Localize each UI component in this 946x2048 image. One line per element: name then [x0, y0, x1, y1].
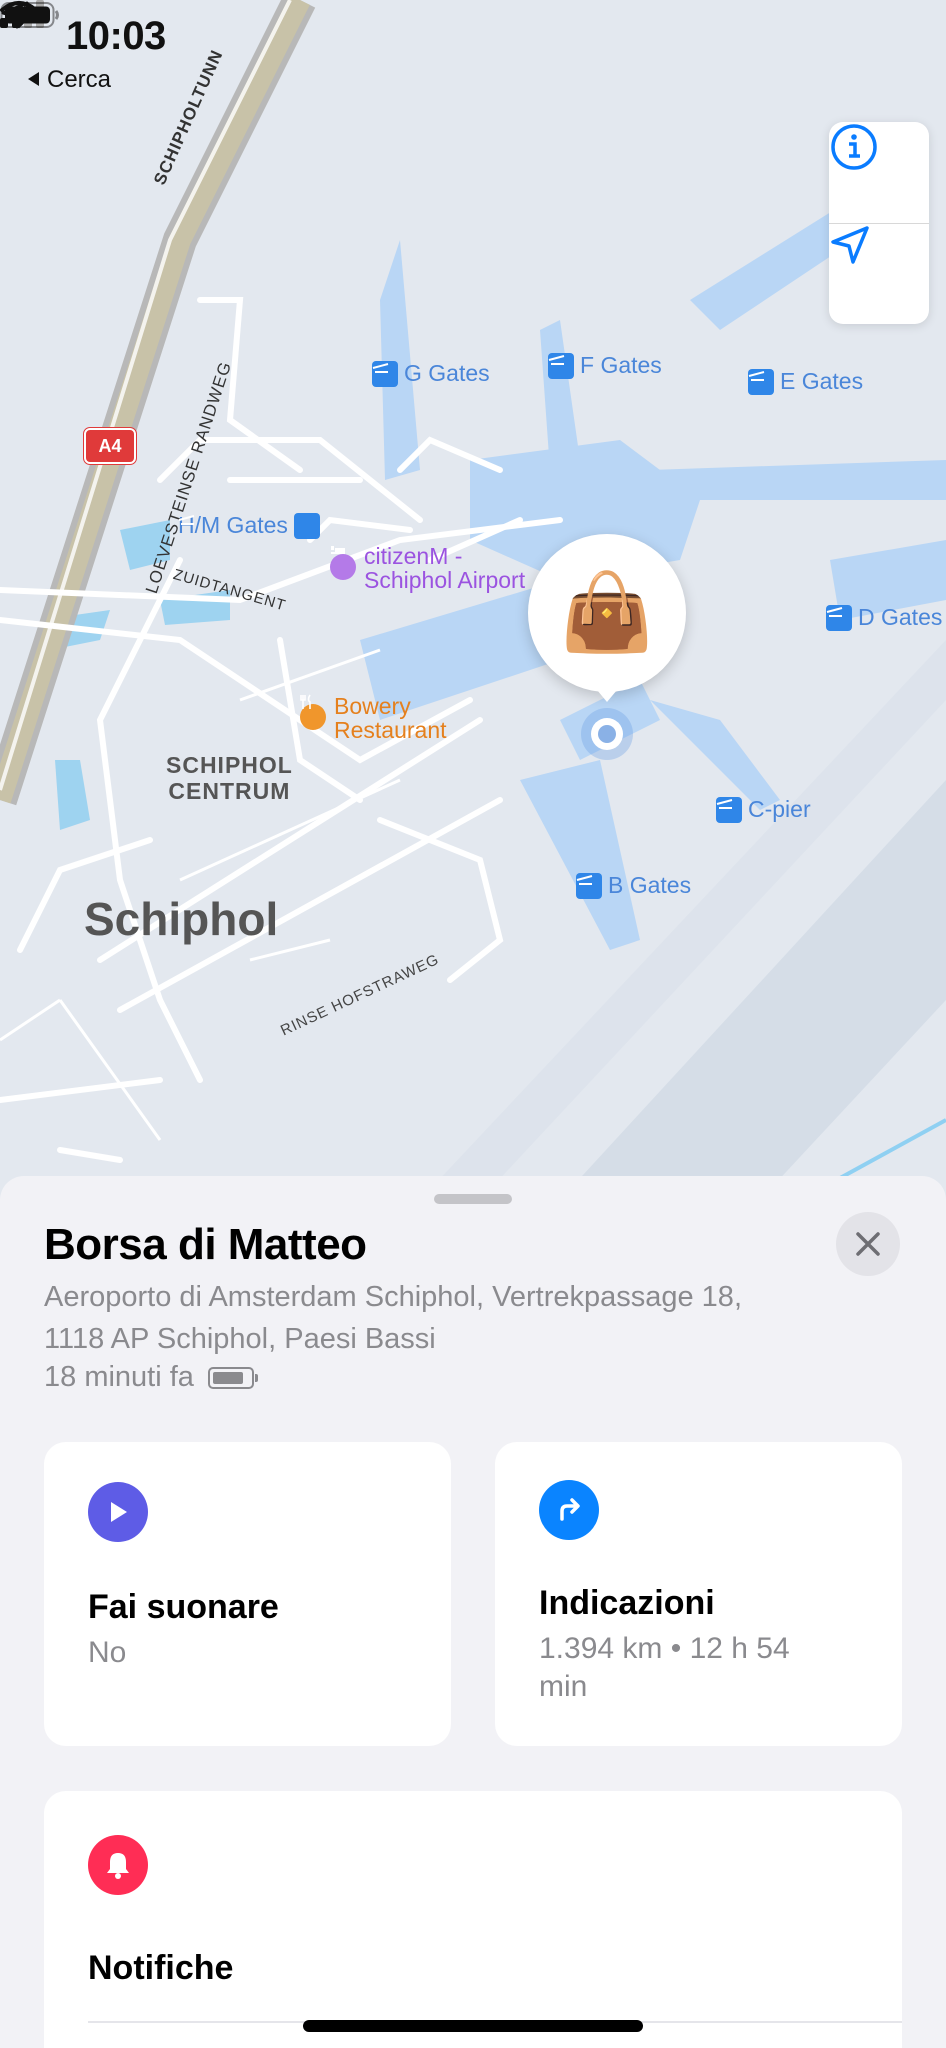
item-location-pin[interactable]: 👜 — [528, 534, 686, 692]
map-label-d-gates[interactable]: D Gates — [826, 604, 942, 631]
notifications-card[interactable]: Notifiche — [44, 1791, 902, 2048]
battery-icon — [0, 2, 59, 28]
map-view[interactable]: A4 SCHIPHOLTUNN LOEVESTEINSE RANDWEG ZUI… — [0, 0, 946, 1200]
notifications-title: Notifiche — [88, 1949, 234, 1987]
item-detail-sheet: Borsa di Matteo Aeroporto di Amsterdam S… — [0, 1176, 946, 2048]
item-battery-icon — [207, 1366, 258, 1389]
info-button[interactable] — [829, 122, 929, 222]
close-icon — [856, 1232, 880, 1256]
airport-icon — [826, 604, 852, 631]
directions-card[interactable]: Indicazioni 1.394 km • 12 h 54 min — [495, 1442, 902, 1746]
hotel-icon — [330, 546, 356, 580]
airport-icon — [576, 872, 602, 899]
item-title: Borsa di Matteo — [44, 1220, 367, 1269]
back-to-search-link[interactable]: Cerca — [28, 66, 111, 94]
home-indicator[interactable] — [303, 2020, 643, 2032]
map-poi-bowery[interactable]: Bowery Restaurant — [300, 694, 447, 742]
airport-icon — [548, 352, 574, 379]
pin-tail — [592, 684, 622, 702]
play-sound-title: Fai suonare — [88, 1588, 279, 1626]
play-icon — [88, 1482, 148, 1542]
map-label-c-pier[interactable]: C-pier — [716, 796, 811, 823]
directions-distance: 1.394 km • 12 h 54 min — [539, 1632, 790, 1703]
locate-button[interactable] — [829, 224, 929, 324]
last-seen-text: 18 minuti fa — [44, 1361, 194, 1393]
map-label-f-gates[interactable]: F Gates — [548, 352, 662, 379]
map-label-e-gates[interactable]: E Gates — [748, 368, 863, 395]
play-sound-status: No — [88, 1636, 127, 1669]
map-canvas — [0, 0, 946, 1200]
last-seen-row: 18 minuti fa — [44, 1361, 258, 1394]
map-label-g-gates[interactable]: G Gates — [372, 360, 490, 387]
map-label-schiphol-centrum: SCHIPHOL CENTRUM — [166, 752, 293, 804]
back-triangle-icon — [28, 72, 39, 86]
map-controls — [829, 122, 929, 324]
directions-title: Indicazioni — [539, 1584, 715, 1622]
airport-icon — [372, 360, 398, 387]
restaurant-icon — [300, 694, 326, 730]
sheet-grabber[interactable] — [434, 1194, 512, 1204]
close-button[interactable] — [836, 1212, 900, 1276]
handbag-emoji: 👜 — [559, 570, 655, 655]
airport-icon — [178, 512, 320, 539]
directions-arrow-icon — [539, 1480, 599, 1540]
info-icon — [831, 124, 877, 170]
map-label-hm-gates[interactable]: H/M Gates — [178, 512, 320, 539]
item-location-dot — [591, 718, 623, 750]
item-address: Aeroporto di Amsterdam Schiphol, Vertrek… — [44, 1281, 742, 1355]
location-arrow-icon — [831, 226, 869, 264]
map-poi-citizenm[interactable]: citizenM - Schiphol Airport — [330, 544, 525, 592]
bell-icon — [88, 1835, 148, 1895]
highway-shield-a4: A4 — [83, 427, 137, 465]
map-label-b-gates[interactable]: B Gates — [576, 872, 691, 899]
play-sound-card[interactable]: Fai suonare No — [44, 1442, 451, 1746]
airport-icon — [716, 796, 742, 823]
map-label-schiphol: Schiphol — [84, 893, 279, 945]
airport-icon — [748, 368, 774, 395]
status-time: 10:03 — [66, 14, 166, 58]
